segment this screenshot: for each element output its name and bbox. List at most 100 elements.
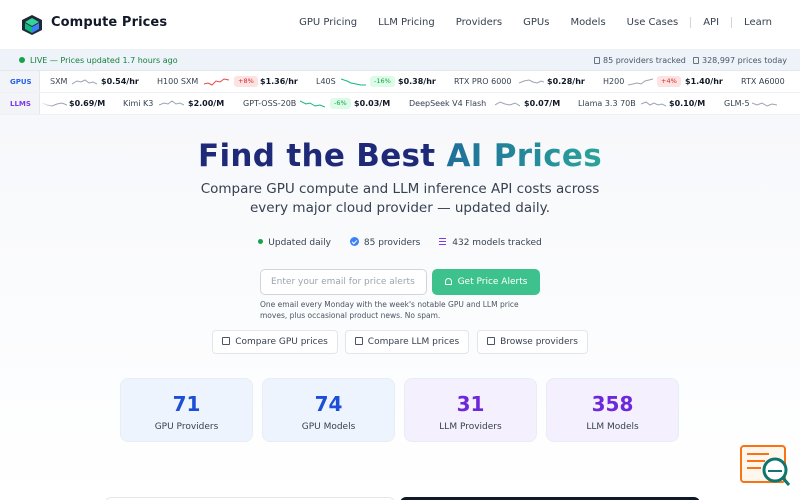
nav-api[interactable]: API <box>703 17 719 28</box>
ticker-price: $1.36/hr <box>260 71 298 92</box>
sparkline-icon <box>204 78 229 86</box>
alert-button-label: Get Price Alerts <box>457 277 528 287</box>
ticker-item[interactable]: GLM-5 <box>724 93 750 114</box>
hero-title-part2: AI Prices <box>446 138 602 174</box>
stat-card-gpu-providers[interactable]: 71 GPU Providers <box>120 378 253 442</box>
ticker-fade-right <box>786 93 800 114</box>
ticker-change: +4% <box>657 71 681 92</box>
change-badge: -16% <box>370 76 395 87</box>
check-badge-icon <box>349 237 359 246</box>
terminal-icon <box>354 337 363 345</box>
search-feedback-icon[interactable] <box>739 444 791 488</box>
status-bar: LIVE — Prices updated 1.7 hours ago 85 p… <box>0 50 800 71</box>
cta-label: Compare LLM prices <box>367 337 460 347</box>
ticker-item[interactable]: Kimi K3 <box>123 93 154 114</box>
ticker-price-text: $0.07/M <box>524 99 561 108</box>
live-status-text: LIVE — Prices updated 1.7 hours ago <box>30 56 178 65</box>
ticker-name: H100 SXM <box>157 77 199 86</box>
stat-label: LLM Providers <box>439 422 502 432</box>
ticker-fade-left <box>40 93 54 114</box>
ticker-price-text: $0.03/M <box>354 99 391 108</box>
prices-today-text: 328,997 prices today <box>702 56 787 65</box>
pill-label: Updated daily <box>268 238 331 248</box>
live-dot-icon <box>19 57 25 63</box>
sparkline-icon <box>628 78 653 86</box>
nav-learn[interactable]: Learn <box>744 17 772 28</box>
ticker-fade-left <box>40 71 54 92</box>
ticker-item[interactable]: DeepSeek V4 Flash <box>409 93 487 114</box>
ticker-name: GLM-5 <box>724 99 750 108</box>
ticker-item[interactable]: H200 <box>603 71 625 92</box>
stat-label: GPU Models <box>301 422 356 432</box>
stats-row: 71 GPU Providers 74 GPU Models 31 LLM Provi… <box>0 378 800 442</box>
price-tag-icon <box>693 57 699 64</box>
cta-label: Browse providers <box>500 337 578 347</box>
ticker-item[interactable]: RTX A6000 <box>741 71 785 92</box>
brand-name[interactable]: Compute Prices <box>51 15 167 30</box>
nav-llm-pricing[interactable]: LLM Pricing <box>378 17 435 28</box>
providers-tracked-text: 85 providers tracked <box>603 56 686 65</box>
table-icon <box>222 337 231 345</box>
nav-gpu-pricing[interactable]: GPU Pricing <box>299 17 357 28</box>
compare-gpu-prices-button[interactable]: Compare GPU prices <box>212 330 338 354</box>
ticker-item[interactable]: H100 SXM <box>157 71 199 92</box>
get-price-alerts-button[interactable]: Get Price Alerts <box>432 269 540 295</box>
llm-ticker-label: LLMS <box>0 93 40 114</box>
ticker-item[interactable]: RTX PRO 6000 <box>454 71 512 92</box>
providers-tracked: 85 providers tracked <box>594 56 686 65</box>
ticker-item[interactable]: GPT-OSS-20B <box>243 93 297 114</box>
feature-pills: Updated daily 85 providers 432 models tr… <box>0 237 800 248</box>
hero-title: Find the Best AI Prices <box>0 138 800 174</box>
ticker-change: +8% <box>234 71 258 92</box>
sparkline-icon <box>300 100 325 108</box>
ticker-price: $0.28/hr <box>547 71 585 92</box>
ticker-change: -16% <box>370 71 395 92</box>
ticker-item[interactable]: L40S <box>316 71 336 92</box>
ticker-price-text: $2.00/M <box>188 99 225 108</box>
hero-title-part1: Find the Best <box>198 138 436 174</box>
sparkline-icon <box>72 79 97 85</box>
ticker-price-text: $0.38/hr <box>398 77 436 86</box>
ticker-price: $0.54/hr <box>101 71 139 92</box>
ticker-name: RTX A6000 <box>741 77 785 86</box>
pill-providers: 85 providers <box>349 237 420 248</box>
ticker-price: $0.07/M <box>524 93 561 114</box>
nav-use-cases[interactable]: Use Cases <box>627 17 679 28</box>
browse-providers-button[interactable]: Browse providers <box>477 330 588 354</box>
ticker-name: Llama 3.3 70B <box>578 99 636 108</box>
nav-divider <box>731 17 733 28</box>
compare-llm-prices-button[interactable]: Compare LLM prices <box>345 330 469 354</box>
stat-card-llm-models[interactable]: 358 LLM Models <box>546 378 679 442</box>
nav-providers[interactable]: Providers <box>456 17 502 28</box>
newsletter-note: One email every Monday with the week's n… <box>260 300 519 320</box>
server-icon <box>594 57 600 64</box>
email-input[interactable] <box>260 269 427 295</box>
nav-models[interactable]: Models <box>570 17 605 28</box>
ticker-name: Kimi K3 <box>123 99 154 108</box>
gpu-ticker-label: GPUS <box>0 71 40 92</box>
ticker-price: $2.00/M <box>188 93 225 114</box>
ticker-price-text: $0.69/M <box>69 99 106 108</box>
ticker-name: GPT-OSS-20B <box>243 99 297 108</box>
nav-gpus[interactable]: GPUs <box>523 17 549 28</box>
stat-card-llm-providers[interactable]: 31 LLM Providers <box>404 378 537 442</box>
ticker-name: H200 <box>603 77 625 86</box>
pill-models-tracked: 432 models tracked <box>439 238 542 248</box>
stat-value: 74 <box>314 392 343 416</box>
sparkline-icon <box>159 100 184 106</box>
sparkline-icon <box>341 78 366 86</box>
change-badge: +4% <box>657 76 681 87</box>
ticker-price: $0.10/M <box>669 93 705 114</box>
logo-icon[interactable] <box>20 14 44 36</box>
sparkline-icon <box>519 79 544 84</box>
stat-value: 358 <box>591 392 634 416</box>
ticker-name: DeepSeek V4 Flash <box>409 99 487 108</box>
ticker-item[interactable]: Llama 3.3 70B <box>578 93 636 114</box>
sparkline-icon <box>752 102 777 107</box>
sparkline-icon <box>641 101 666 107</box>
change-badge: -6% <box>330 98 351 109</box>
stat-card-gpu-models[interactable]: 74 GPU Models <box>262 378 395 442</box>
cta-row: Compare GPU prices Compare LLM prices Br… <box>0 330 800 354</box>
cta-label: Compare GPU prices <box>235 337 328 347</box>
ticker-name: RTX PRO 6000 <box>454 77 512 86</box>
